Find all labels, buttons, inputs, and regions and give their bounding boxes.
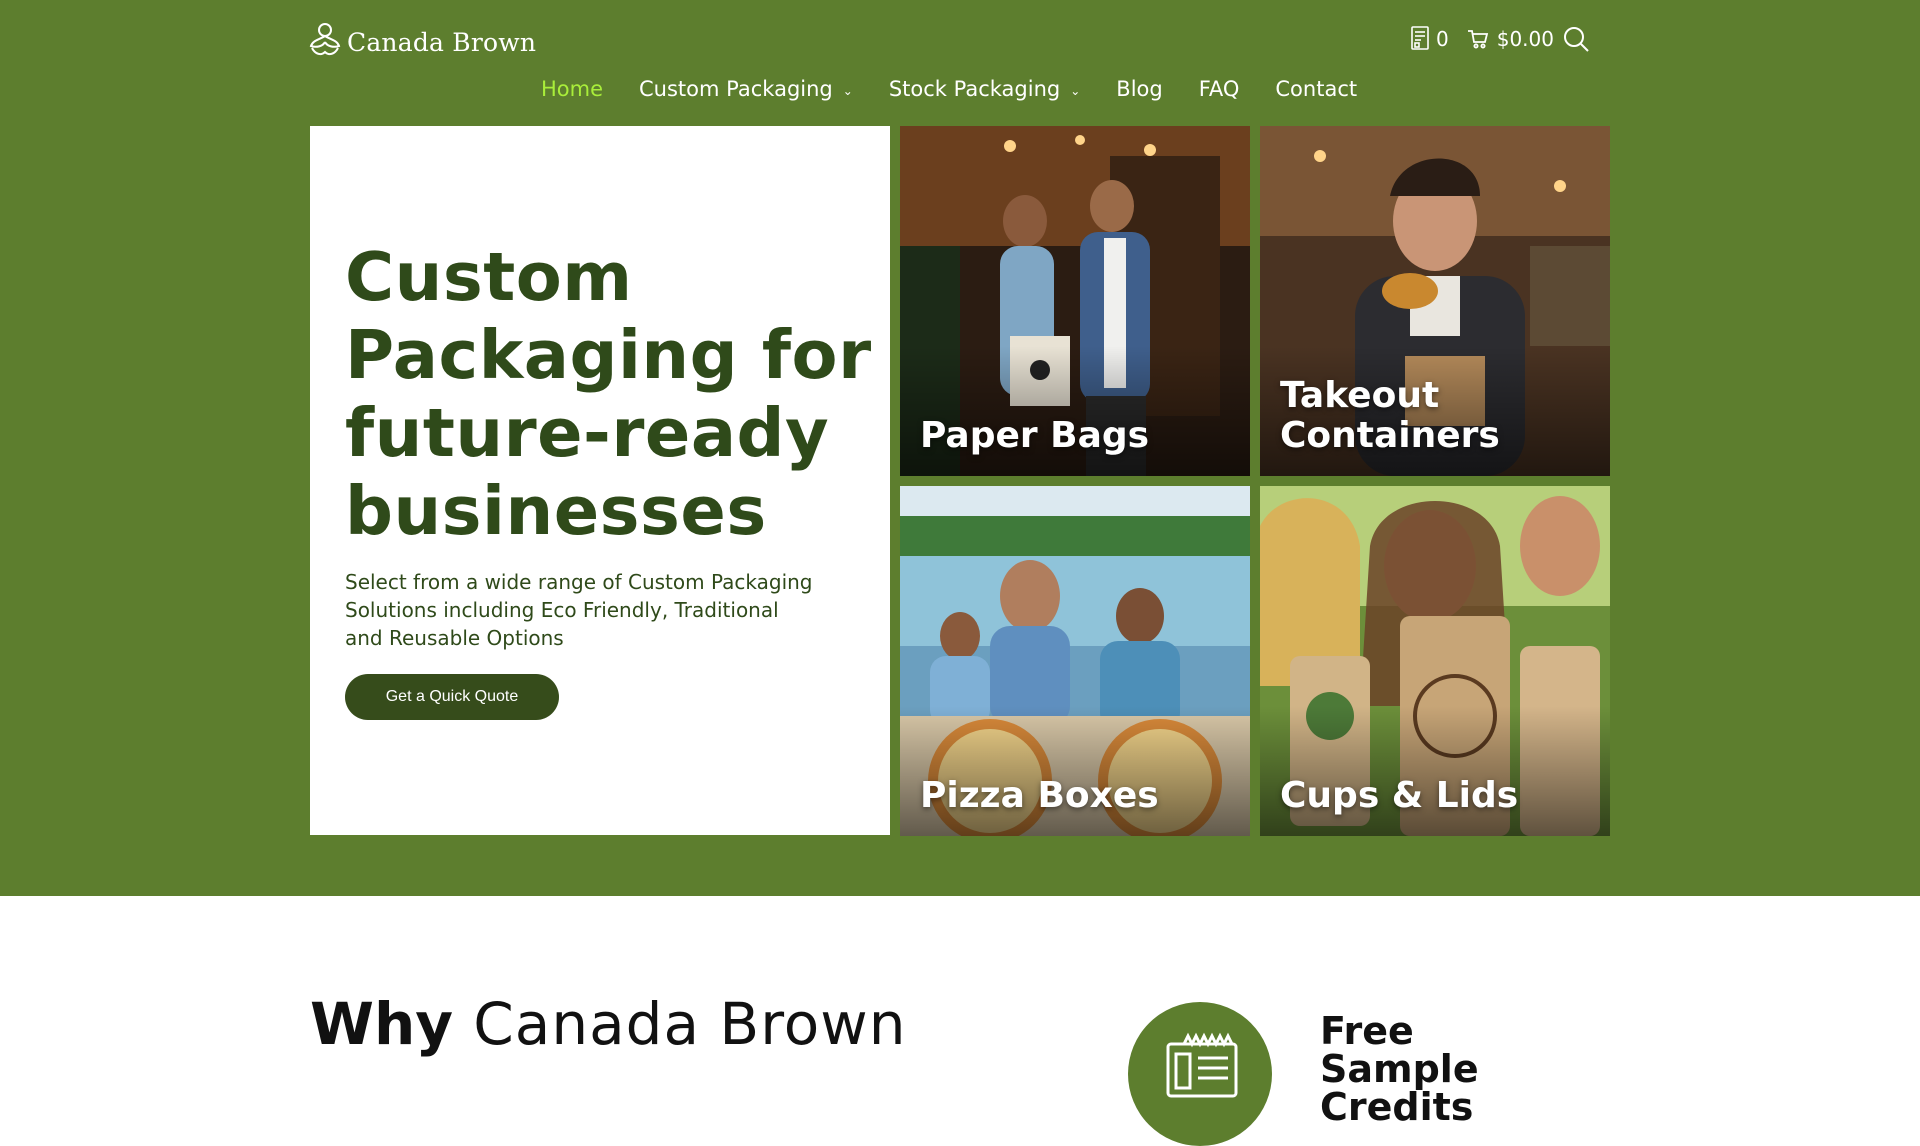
hero-subtitle: Select from a wide range of Custom Packa… (345, 570, 813, 650)
tile-pizza-boxes[interactable]: Pizza Boxes (900, 486, 1250, 836)
tile-shade (1260, 706, 1610, 836)
why-title-light: Canada Brown (473, 990, 907, 1058)
nav-item-custom-packaging[interactable]: Custom Packaging ⌄ (639, 77, 853, 101)
tile-label: Paper Bags (920, 415, 1150, 456)
receipt-icon (1166, 1032, 1238, 1098)
tile-cups-lids[interactable]: Cups & Lids (1260, 486, 1610, 836)
tile-takeout-containers[interactable]: Takeout Containers (1260, 126, 1610, 476)
chevron-down-icon: ⌄ (842, 84, 853, 98)
cart-total[interactable]: $0.00 (1497, 27, 1554, 51)
header-utilities: 0 $0.00 (1410, 22, 1590, 56)
search-icon[interactable] (1562, 25, 1590, 53)
quote-list-icon[interactable] (1410, 25, 1432, 53)
nav-label: FAQ (1198, 77, 1240, 101)
leaf-logo-icon (309, 22, 341, 62)
nav-label: Home (541, 77, 604, 101)
tile-shade (900, 346, 1250, 476)
chevron-down-icon: ⌄ (1070, 84, 1081, 98)
tile-label: Cups & Lids (1280, 775, 1519, 816)
why-title-bold: Why (310, 990, 454, 1058)
brand-name: Canada Brown (347, 27, 537, 57)
tile-label: Pizza Boxes (920, 775, 1159, 816)
nav-item-stock-packaging[interactable]: Stock Packaging ⌄ (889, 77, 1080, 101)
feature-title: Free Sample Credits (1320, 1009, 1479, 1129)
nav-item-home[interactable]: Home (541, 77, 603, 101)
hero-card: Custom Packaging for future-ready busine… (310, 126, 890, 835)
quick-quote-button[interactable]: Get a Quick Quote (345, 674, 559, 720)
tile-shade (900, 706, 1250, 836)
why-section-title: Why Canada Brown (310, 990, 906, 1058)
nav-item-blog[interactable]: Blog (1116, 77, 1162, 101)
nav-label: Stock Packaging (888, 77, 1061, 101)
tile-label: Takeout Containers (1280, 375, 1500, 456)
brand-logo[interactable]: Canada Brown (309, 22, 536, 62)
main-navigation: Home Custom Packaging ⌄ Stock Packaging … (541, 72, 1393, 106)
nav-item-faq[interactable]: FAQ (1199, 77, 1240, 101)
nav-label: Contact (1275, 77, 1358, 101)
feature-badge (1128, 1002, 1272, 1146)
hero-section: Canada Brown 0 $0.00 Home Custom Packagi… (0, 0, 1920, 896)
nav-label: Custom Packaging (639, 77, 833, 101)
nav-item-contact[interactable]: Contact (1275, 77, 1357, 101)
nav-label: Blog (1116, 77, 1163, 101)
cart-icon[interactable] (1467, 28, 1489, 50)
hero-title: Custom Packaging for future-ready busine… (345, 238, 872, 550)
tile-paper-bags[interactable]: Paper Bags (900, 126, 1250, 476)
quote-count: 0 (1436, 27, 1449, 51)
